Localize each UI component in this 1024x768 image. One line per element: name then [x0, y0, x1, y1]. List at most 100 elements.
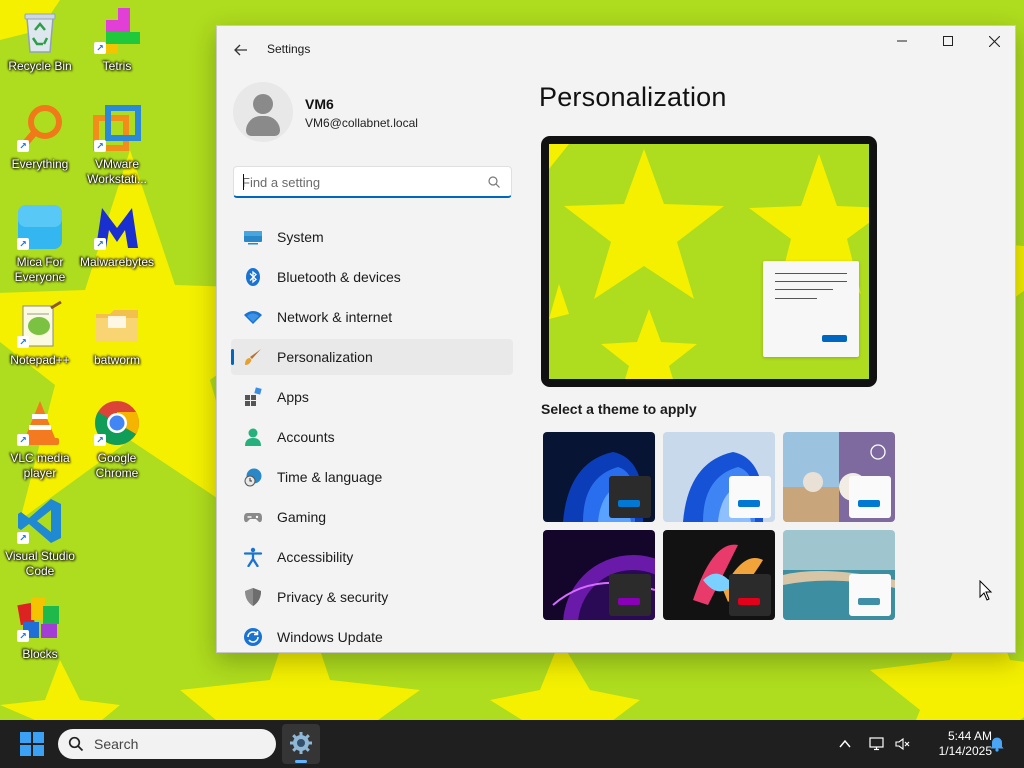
taskbar-clock[interactable]: 5:44 AM 1/14/2025 [918, 729, 992, 759]
desktop-icon-malwarebytes[interactable]: ↗ Malwarebytes [77, 202, 157, 270]
desktop-icon-label: Recycle Bin [8, 59, 72, 73]
desktop-icon-batworm[interactable]: batworm [77, 300, 157, 368]
theme-tile-flow[interactable] [783, 530, 895, 620]
vmware-icon: ↗ [92, 104, 142, 154]
nav-item-apps[interactable]: Apps [231, 379, 513, 415]
shortcut-arrow-icon: ↗ [94, 238, 106, 250]
text-caret [243, 174, 244, 190]
nav-label: Bluetooth & devices [277, 269, 401, 285]
shortcut-arrow-icon: ↗ [17, 238, 29, 250]
desktop-icon-vscode[interactable]: ↗ Visual Studio Code [0, 496, 80, 579]
nav-item-windows-update[interactable]: Windows Update [231, 619, 513, 652]
clock-date: 1/14/2025 [938, 744, 992, 758]
page-title: Personalization [539, 82, 727, 112]
preview-wallpaper [549, 144, 869, 379]
shortcut-arrow-icon: ↗ [94, 434, 106, 446]
theme-tile-captured-motion[interactable] [663, 530, 775, 620]
theme-tile-windows-light[interactable] [663, 432, 775, 522]
desktop-icon-blocks[interactable]: ↗ Blocks [0, 594, 80, 662]
bluetooth-icon [243, 267, 263, 287]
maximize-button[interactable] [925, 26, 971, 56]
avatar [233, 82, 293, 142]
shortcut-arrow-icon: ↗ [17, 140, 29, 152]
desktop-icon-label: Notepad++ [10, 353, 70, 367]
desktop-icon-label: Mica For Everyone [14, 255, 66, 284]
shortcut-arrow-icon: ↗ [94, 42, 106, 54]
nav-item-system[interactable]: System [231, 219, 513, 255]
title-bar: Settings [217, 26, 1015, 72]
desktop-icon-everything[interactable]: ↗ Everything [0, 104, 80, 172]
theme-tile-spotlight[interactable] [783, 432, 895, 522]
nav-label: Accessibility [277, 549, 354, 565]
taskbar-app-settings[interactable] [282, 724, 320, 764]
tetris-icon: ↗ [92, 6, 142, 56]
close-button[interactable] [971, 26, 1015, 56]
nav-item-accounts[interactable]: Accounts [231, 419, 513, 455]
settings-search-box[interactable] [233, 166, 512, 198]
nav-label: Privacy & security [277, 589, 389, 605]
settings-search-input[interactable] [242, 173, 472, 191]
mica-icon: ↗ [15, 202, 65, 252]
back-arrow-icon [234, 44, 247, 56]
nav-item-gaming[interactable]: Gaming [231, 499, 513, 535]
taskbar: Search 5:44 AM 1/14/2025 [0, 720, 1024, 768]
nav-item-bluetooth[interactable]: Bluetooth & devices [231, 259, 513, 295]
theme-section-heading: Select a theme to apply [541, 401, 697, 417]
shortcut-arrow-icon: ↗ [17, 532, 29, 544]
desktop-icon-chrome[interactable]: ↗ Google Chrome [77, 398, 157, 481]
system-display-icon [243, 227, 263, 247]
nav-label: Accounts [277, 429, 335, 445]
network-monitor-icon [869, 737, 884, 751]
settings-gear-icon [290, 732, 312, 754]
accounts-icon [243, 427, 263, 447]
show-hidden-icons-button[interactable] [834, 720, 856, 768]
theme-tile-windows-dark[interactable] [543, 432, 655, 522]
network-tray-button[interactable] [866, 720, 888, 768]
apps-icon [243, 387, 263, 407]
notifications-button[interactable] [986, 720, 1008, 768]
desktop-icon-notepad-plus-plus[interactable]: ↗ Notepad++ [0, 300, 80, 368]
nav-item-accessibility[interactable]: Accessibility [231, 539, 513, 575]
desktop-icon-recycle-bin[interactable]: Recycle Bin [0, 6, 80, 74]
minimize-icon [897, 40, 907, 42]
shield-icon [243, 587, 263, 607]
nav-item-personalization[interactable]: Personalization [231, 339, 513, 375]
theme-tile-glow[interactable] [543, 530, 655, 620]
clock-globe-icon [243, 467, 263, 487]
clock-time: 5:44 AM [947, 729, 992, 743]
desktop-icon-mica[interactable]: ↗ Mica For Everyone [0, 202, 80, 285]
desktop-icon-vmware[interactable]: ↗ VMware Workstati... [77, 104, 157, 187]
vlc-icon: ↗ [15, 398, 65, 448]
nav-label: Apps [277, 389, 309, 405]
desktop-icon-vlc[interactable]: ↗ VLC media player [0, 398, 80, 481]
volume-tray-button[interactable] [891, 720, 913, 768]
desktop-icon-label: batworm [93, 353, 140, 367]
malwarebytes-icon: ↗ [92, 202, 142, 252]
back-button[interactable] [231, 40, 251, 60]
folder-icon [92, 300, 142, 350]
desktop-icon-tetris[interactable]: ↗ Tetris [77, 6, 157, 74]
desktop-icon-label: Malwarebytes [79, 255, 155, 269]
chrome-icon: ↗ [92, 398, 142, 448]
nav-item-privacy-security[interactable]: Privacy & security [231, 579, 513, 615]
close-icon [988, 35, 1000, 47]
nav-item-network[interactable]: Network & internet [231, 299, 513, 335]
nav-item-time-language[interactable]: Time & language [231, 459, 513, 495]
window-title: Settings [267, 42, 311, 56]
minimize-button[interactable] [879, 26, 925, 56]
taskbar-search[interactable]: Search [58, 729, 276, 759]
maximize-icon [943, 36, 953, 46]
user-email: VM6@collabnet.local [305, 116, 418, 130]
user-name: VM6 [305, 96, 334, 112]
blocks-icon: ↗ [15, 594, 65, 644]
start-button[interactable] [20, 732, 44, 756]
search-icon [488, 176, 500, 188]
settings-window: Settings VM6 VM6@collabnet.local System … [216, 25, 1016, 653]
preview-dialog [763, 261, 859, 357]
desktop-icon-label: Google Chrome [95, 451, 139, 480]
taskbar-search-label: Search [94, 736, 139, 752]
desktop-icon-label: VLC media player [10, 451, 70, 480]
shortcut-arrow-icon: ↗ [17, 630, 29, 642]
nav-label: Network & internet [277, 309, 393, 325]
desktop-icon-label: Everything [11, 157, 69, 171]
